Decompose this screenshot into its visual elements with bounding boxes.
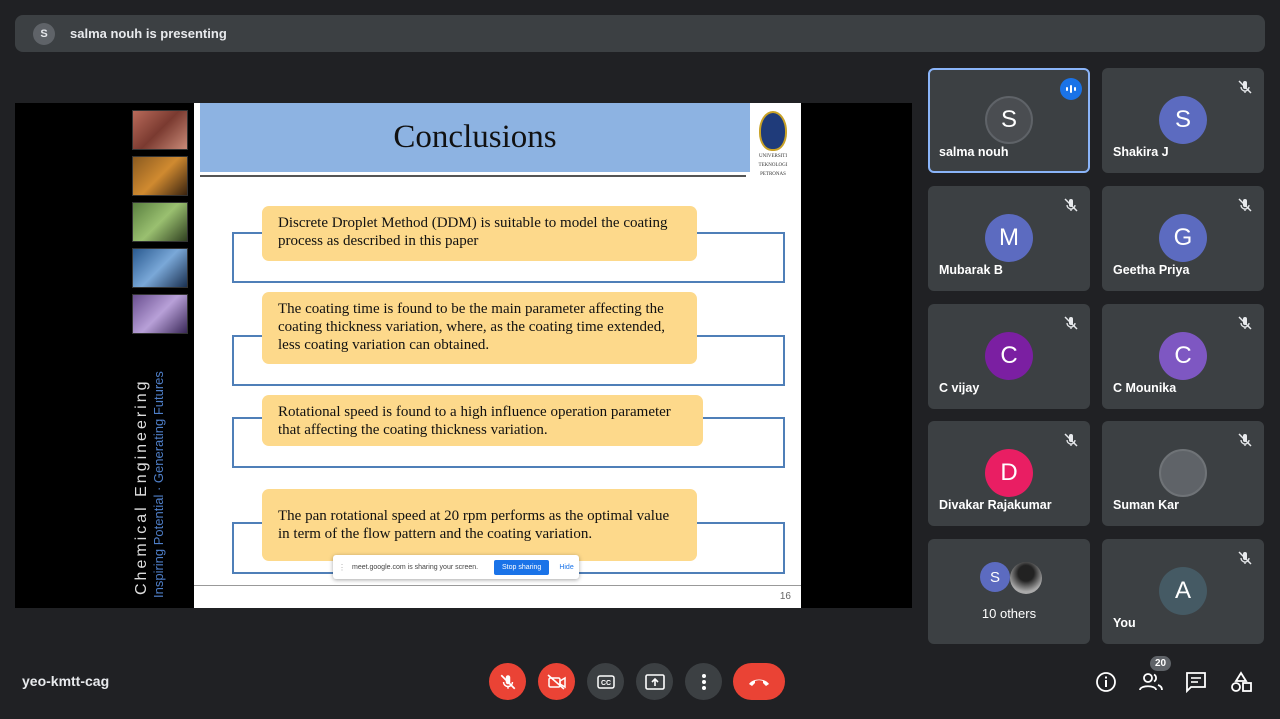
activities-button[interactable] — [1228, 669, 1254, 695]
camera-toggle-button[interactable] — [538, 663, 575, 700]
side-tagline-line1: Chemical Engineering — [133, 378, 150, 595]
microphone-toggle-button[interactable] — [489, 663, 526, 700]
mic-off-icon — [1064, 198, 1078, 212]
crest-icon — [759, 111, 787, 151]
side-image-3 — [132, 202, 188, 242]
others-avatar-s: S — [980, 562, 1010, 592]
hide-button[interactable]: Hide — [559, 564, 573, 571]
slide-title-bar: Conclusions — [200, 103, 750, 172]
participant-name: Divakar Rajakumar — [939, 498, 1052, 512]
presenting-banner: S salma nouh is presenting — [15, 15, 1265, 52]
mic-off-icon — [1238, 433, 1252, 447]
participant-name: Mubarak B — [939, 263, 1003, 277]
avatar: D — [985, 449, 1033, 497]
avatar-photo — [1159, 449, 1207, 497]
participant-tile-shakira-j[interactable]: S Shakira J — [1102, 68, 1264, 173]
svg-text:CC: CC — [601, 680, 611, 687]
drag-handle-icon[interactable]: ⋮ — [338, 563, 346, 572]
avatar: S — [985, 96, 1033, 144]
side-image-1 — [132, 110, 188, 150]
conclusion-point-4: The pan rotational speed at 20 rpm perfo… — [262, 489, 697, 561]
participant-tile-you[interactable]: A You — [1102, 539, 1264, 644]
activities-shapes-icon — [1231, 671, 1252, 692]
side-tagline-line2: Inspiring Potential · Generating Futures — [151, 371, 166, 598]
more-vert-icon — [701, 673, 706, 690]
participant-name: Geetha Priya — [1113, 263, 1190, 277]
stop-sharing-button[interactable]: Stop sharing — [494, 559, 550, 575]
others-count-label: 10 others — [981, 606, 1037, 621]
participant-name: C vijay — [939, 381, 980, 395]
chat-button[interactable] — [1183, 669, 1209, 695]
participant-name: C Mounika — [1113, 381, 1177, 395]
participant-tile-mubarak-b[interactable]: M Mubarak B — [928, 186, 1090, 291]
screen-share-popup: ⋮ meet.google.com is sharing your screen… — [333, 555, 579, 579]
presenting-text: salma nouh is presenting — [70, 26, 227, 41]
conclusion-point-2: The coating time is found to be the main… — [262, 292, 697, 364]
present-screen-icon — [644, 673, 665, 690]
people-icon — [1139, 673, 1163, 691]
participant-name: You — [1113, 616, 1136, 630]
side-image-5 — [132, 294, 188, 334]
more-options-button[interactable] — [685, 663, 722, 700]
avatar: G — [1159, 214, 1207, 262]
logo-text-2: TEKNOLOGI — [758, 163, 788, 168]
slide-title: Conclusions — [393, 119, 557, 155]
chat-icon — [1186, 672, 1206, 693]
participant-name: salma nouh — [939, 145, 1009, 159]
mic-off-icon — [1238, 198, 1252, 212]
end-call-button[interactable] — [733, 663, 785, 700]
side-image-4 — [132, 248, 188, 288]
participant-tile-others[interactable]: S 10 others — [928, 539, 1090, 644]
slide-page-number: 16 — [779, 591, 791, 602]
people-button[interactable] — [1138, 669, 1164, 695]
avatar: C — [985, 332, 1033, 380]
logo-text-3: PETRONAS — [760, 172, 786, 177]
avatar: C — [1159, 332, 1207, 380]
mic-off-icon — [1238, 316, 1252, 330]
hang-up-icon — [749, 679, 769, 686]
shared-screen: Chemical Engineering Inspiring Potential… — [15, 103, 912, 608]
camera-off-icon — [546, 673, 566, 690]
footer-divider — [194, 585, 801, 586]
participant-name: Suman Kar — [1113, 498, 1179, 512]
logo-text-1: UNIVERSITI — [758, 154, 788, 159]
presenter-avatar: S — [33, 22, 55, 45]
captions-button[interactable]: CC — [587, 663, 624, 700]
mic-off-icon — [1238, 551, 1252, 565]
meeting-details-button[interactable] — [1093, 669, 1119, 695]
participant-name: Shakira J — [1113, 145, 1169, 159]
participant-tile-geetha-priya[interactable]: G Geetha Priya — [1102, 186, 1264, 291]
conclusion-point-3: Rotational speed is found to a high infl… — [262, 395, 703, 446]
conclusion-point-1: Discrete Droplet Method (DDM) is suitabl… — [262, 206, 697, 261]
participant-tile-c-vijay[interactable]: C C vijay — [928, 304, 1090, 409]
participant-tile-c-mounika[interactable]: C C Mounika — [1102, 304, 1264, 409]
mic-off-icon — [1064, 433, 1078, 447]
others-avatar-photo — [1010, 562, 1042, 594]
participant-count-badge: 20 — [1150, 656, 1171, 671]
info-icon — [1096, 672, 1116, 692]
participant-tile-divakar-rajakumar[interactable]: D Divakar Rajakumar — [928, 421, 1090, 526]
avatar: S — [1159, 96, 1207, 144]
participant-tile-salma-nouh[interactable]: S salma nouh — [928, 68, 1090, 173]
mic-off-icon — [500, 674, 515, 689]
avatar: A — [1159, 567, 1207, 615]
side-tagline: Chemical Engineering Inspiring Potential… — [133, 355, 183, 600]
university-logo: UNIVERSITI TEKNOLOGI PETRONAS — [750, 111, 796, 181]
title-divider — [200, 175, 746, 177]
meeting-code: yeo-kmtt-cag — [22, 673, 110, 689]
slide: Conclusions UNIVERSITI TEKNOLOGI PETRONA… — [194, 103, 801, 608]
side-image-2 — [132, 156, 188, 196]
slide-side-images — [132, 110, 188, 340]
avatar: M — [985, 214, 1033, 262]
participant-tile-suman-kar[interactable]: Suman Kar — [1102, 421, 1264, 526]
present-now-button[interactable] — [636, 663, 673, 700]
captions-icon: CC — [596, 674, 615, 689]
mic-off-icon — [1238, 80, 1252, 94]
mic-off-icon — [1064, 316, 1078, 330]
share-message: meet.google.com is sharing your screen. — [352, 563, 479, 571]
speaking-indicator-icon — [1060, 78, 1082, 100]
